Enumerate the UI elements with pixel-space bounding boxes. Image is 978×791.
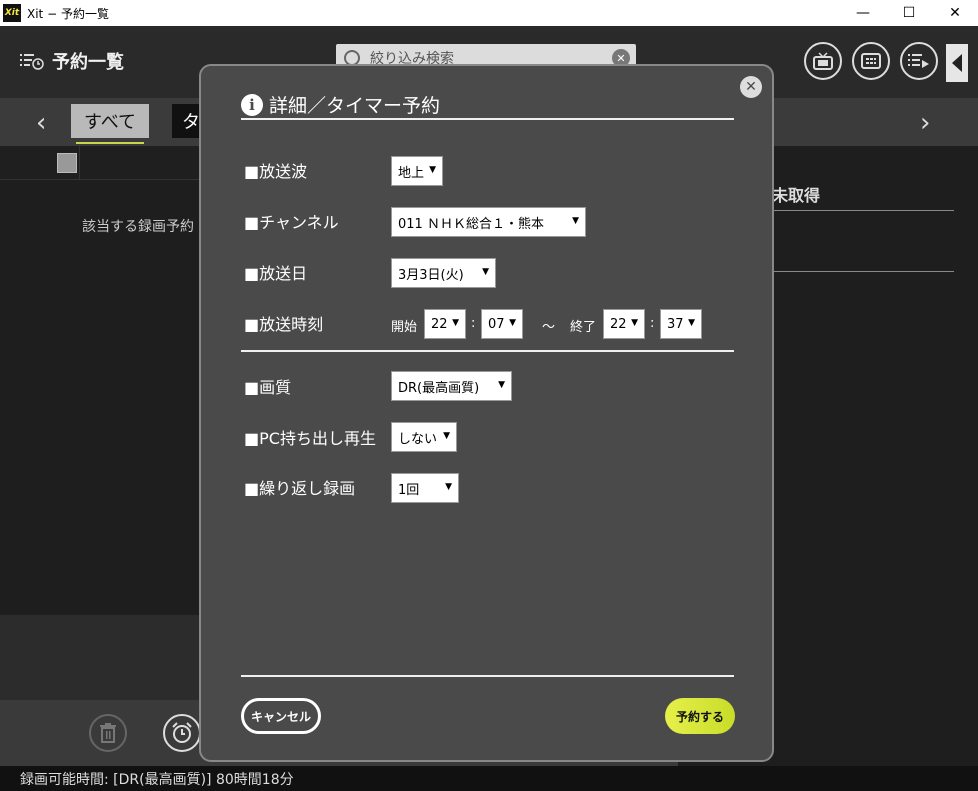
dropdown-arrow-icon: ▼ <box>631 318 638 328</box>
tab-prev-arrow-icon[interactable]: ‹ <box>36 108 46 138</box>
end-hour-select[interactable]: 22 ▼ <box>603 309 645 339</box>
start-minute-value: 07 <box>488 316 505 332</box>
channel-select[interactable]: 011 ＮＨＫ総合１・熊本 ▼ <box>391 207 586 237</box>
reserve-button[interactable]: 予約する <box>665 698 735 734</box>
status-bar: 録画可能時間: [DR(最高画質)] 80時間18分 <box>0 766 978 791</box>
dropdown-arrow-icon: ▼ <box>482 267 489 277</box>
dropdown-arrow-icon: ▼ <box>509 318 516 328</box>
dropdown-arrow-icon: ▼ <box>572 216 579 226</box>
maximize-button[interactable]: ☐ <box>886 0 932 26</box>
page-title-group: 予約一覧 <box>20 48 124 74</box>
channel-label: ■チャンネル <box>244 213 339 232</box>
start-hour-select[interactable]: 22 ▼ <box>424 309 466 339</box>
channel-value: 011 ＮＨＫ総合１・熊本 <box>398 216 544 232</box>
empty-list-message: 該当する録画予約 <box>82 219 194 235</box>
end-minute-value: 37 <box>667 316 684 332</box>
pc-playback-select[interactable]: しない ▼ <box>391 422 457 452</box>
time-colon: : <box>471 316 476 331</box>
dialog-title-group: i 詳細／タイマー予約 <box>241 91 440 118</box>
title-divider <box>241 118 734 120</box>
footer-divider <box>241 675 734 677</box>
collapse-panel-button[interactable] <box>946 44 968 82</box>
page-title: 予約一覧 <box>52 52 124 73</box>
reservation-list-icon <box>20 54 44 70</box>
divider <box>772 210 954 211</box>
divider <box>772 271 954 272</box>
window-title: Xit − 予約一覧 <box>27 6 109 21</box>
broadcast-select[interactable]: 地上 ▼ <box>391 156 443 186</box>
cancel-button[interactable]: キャンセル <box>241 698 321 734</box>
program-guide-icon[interactable] <box>852 42 890 80</box>
delete-icon[interactable] <box>89 714 127 752</box>
app-logo: Xit <box>3 4 21 22</box>
broadcast-label: ■放送波 <box>244 162 308 181</box>
chevron-left-icon <box>952 54 962 72</box>
timer-reservation-dialog: ✕ i 詳細／タイマー予約 ■放送波 地上 ▼ ■チャンネル 011 ＮＨＫ総合… <box>199 64 774 762</box>
time-label: ■放送時刻 <box>244 315 324 334</box>
right-panel-title: 未取得 <box>772 186 821 205</box>
info-icon: i <box>241 93 263 116</box>
tv-icon[interactable] <box>804 42 842 80</box>
active-tab-indicator <box>76 142 144 144</box>
pc-playback-value: しない <box>398 431 438 447</box>
timer-icon[interactable] <box>163 714 201 752</box>
date-label: ■放送日 <box>244 264 308 283</box>
dialog-title: 詳細／タイマー予約 <box>269 95 441 117</box>
repeat-select[interactable]: 1回 ▼ <box>391 473 459 503</box>
quality-label: ■画質 <box>244 378 292 397</box>
dropdown-arrow-icon: ▼ <box>443 431 450 441</box>
broadcast-value: 地上 <box>398 165 425 181</box>
minimize-button[interactable]: — <box>840 0 886 26</box>
time-colon: : <box>650 316 655 331</box>
quality-value: DR(最高画質) <box>398 380 480 396</box>
dropdown-arrow-icon: ▼ <box>688 318 695 328</box>
close-window-button[interactable]: ✕ <box>932 0 978 26</box>
recordable-time: 録画可能時間: [DR(最高画質)] 80時間18分 <box>20 771 294 788</box>
section-divider <box>241 350 734 352</box>
date-value: 3月3日(火) <box>398 267 464 283</box>
playlist-icon[interactable] <box>900 42 938 80</box>
end-label: 終了 <box>570 320 597 335</box>
dropdown-arrow-icon: ▼ <box>445 482 452 492</box>
close-dialog-icon[interactable]: ✕ <box>740 76 762 98</box>
start-minute-select[interactable]: 07 ▼ <box>481 309 523 339</box>
dropdown-arrow-icon: ▼ <box>429 165 436 175</box>
tab-all[interactable]: すべて <box>71 104 149 138</box>
date-select[interactable]: 3月3日(火) ▼ <box>391 258 496 288</box>
repeat-label: ■繰り返し録画 <box>244 479 356 498</box>
select-all-checkbox[interactable] <box>57 153 77 173</box>
tab-next-arrow-icon[interactable]: › <box>920 108 930 138</box>
repeat-value: 1回 <box>398 482 420 498</box>
window-controls: — ☐ ✕ <box>840 0 978 26</box>
pc-playback-label: ■PC持ち出し再生 <box>244 429 376 448</box>
dropdown-arrow-icon: ▼ <box>452 318 459 328</box>
quality-select[interactable]: DR(最高画質) ▼ <box>391 371 512 401</box>
end-minute-select[interactable]: 37 ▼ <box>660 309 702 339</box>
dropdown-arrow-icon: ▼ <box>498 380 505 390</box>
column-divider <box>79 146 80 180</box>
end-hour-value: 22 <box>610 316 627 332</box>
start-hour-value: 22 <box>431 316 448 332</box>
start-label: 開始 <box>391 320 418 335</box>
window-titlebar: Xit Xit − 予約一覧 — ☐ ✕ <box>0 0 978 26</box>
time-range-tilde: ～ <box>542 320 556 335</box>
